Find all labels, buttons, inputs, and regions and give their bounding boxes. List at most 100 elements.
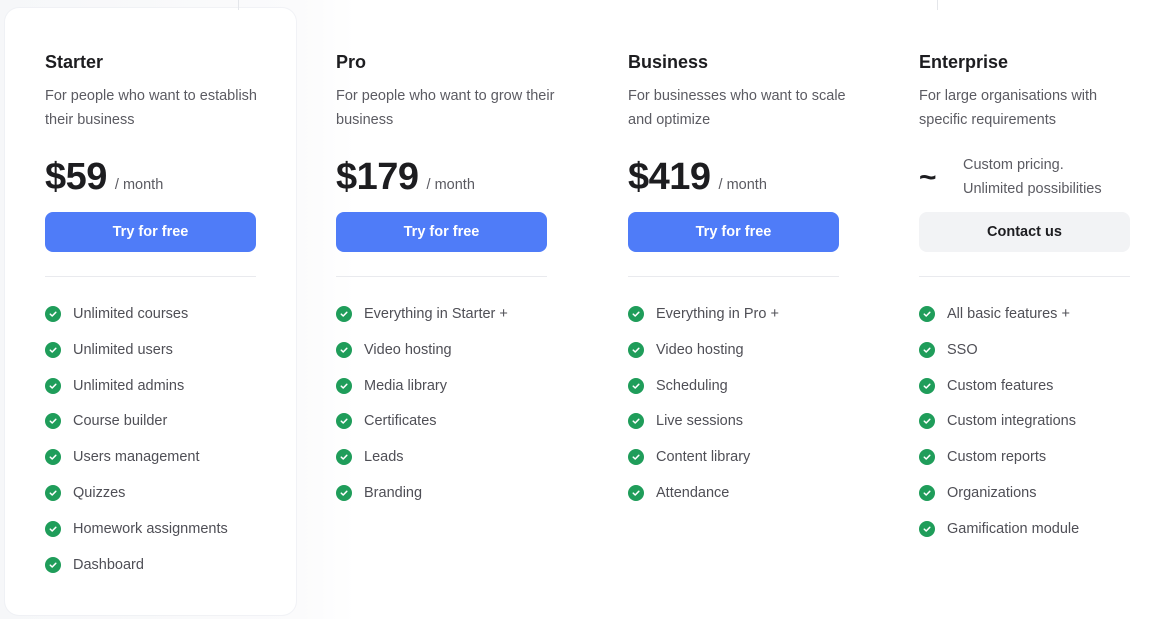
custom-pricing-line: Custom pricing.: [963, 157, 1064, 173]
price-row: $179 / month: [336, 156, 475, 199]
check-circle-icon: [336, 449, 352, 466]
feature-item: Content library: [628, 445, 779, 469]
feature-label: Custom features: [947, 377, 1054, 394]
feature-item: Everything in Starter +: [336, 302, 508, 326]
try-for-free-button[interactable]: Try for free: [628, 212, 839, 252]
feature-item: Media library: [336, 374, 508, 398]
feature-list: Everything in Pro + Video hosting Scheduli…: [628, 302, 779, 517]
plan-name: Enterprise: [919, 52, 1009, 72]
feature-item: Custom features: [919, 374, 1079, 398]
try-for-free-button[interactable]: Try for free: [336, 212, 547, 252]
feature-label: Quizzes: [73, 484, 126, 501]
feature-label: Video hosting: [656, 341, 744, 358]
check-circle-icon: [45, 449, 61, 466]
check-circle-icon: [919, 377, 935, 394]
plan-price: $179: [336, 156, 419, 198]
plan-name: Starter: [45, 52, 104, 72]
check-circle-icon: [45, 413, 61, 430]
feature-list: All basic features + SSO Custom features Cu…: [919, 302, 1079, 553]
plan-description: For people who want to establish their b…: [45, 88, 257, 128]
contact-us-button[interactable]: Contact us: [919, 212, 1130, 252]
price-row: $59 / month: [45, 156, 163, 199]
check-circle-icon: [628, 449, 644, 466]
plan-description: For large organisations with specific re…: [919, 88, 1098, 128]
check-circle-icon: [919, 413, 935, 430]
custom-pricing-line: Unlimited possibilities: [963, 181, 1102, 197]
feature-label: Leads: [364, 449, 404, 466]
check-circle-icon: [336, 306, 352, 322]
price-period: / month: [426, 177, 475, 193]
divider: [628, 276, 839, 277]
custom-pricing: ~ Custom pricing. Unlimited possibilitie…: [919, 153, 1102, 201]
check-circle-icon: [45, 484, 61, 501]
feature-item: All basic features +: [919, 302, 1079, 326]
plan-name: Pro: [336, 52, 367, 72]
feature-label: SSO: [947, 341, 978, 358]
check-circle-icon: [336, 377, 352, 394]
feature-item: Video hosting: [336, 338, 508, 362]
feature-item: Custom reports: [919, 445, 1079, 469]
plan-description: For people who want to grow their busine…: [336, 88, 555, 128]
check-circle-icon: [919, 449, 935, 466]
feature-label: Dashboard: [73, 556, 144, 573]
plan-price: $59: [45, 156, 107, 198]
price-row: $419 / month: [628, 156, 767, 199]
feature-item: Attendance: [628, 481, 779, 505]
check-circle-icon: [919, 341, 935, 358]
feature-label: Certificates: [364, 413, 437, 430]
check-circle-icon: [45, 520, 61, 537]
feature-item: Users management: [45, 445, 228, 469]
feature-label: Video hosting: [364, 341, 452, 358]
check-circle-icon: [45, 306, 61, 322]
feature-label: Users management: [73, 449, 200, 466]
feature-label: Course builder: [73, 413, 168, 430]
feature-item: Certificates: [336, 409, 508, 433]
divider: [45, 276, 256, 277]
check-circle-icon: [919, 484, 935, 501]
feature-item: Homework assignments: [45, 517, 228, 541]
divider: [919, 276, 1130, 277]
feature-label: Attendance: [656, 484, 730, 501]
price-period: / month: [114, 177, 164, 193]
feature-item: Custom integrations: [919, 409, 1079, 433]
feature-label: Homework assignments: [73, 520, 228, 537]
divider: [336, 276, 547, 277]
feature-item: Branding: [336, 481, 508, 505]
feature-item: Unlimited courses: [45, 302, 228, 326]
feature-label: Everything in Pro +: [656, 306, 779, 322]
decorative-line: [937, 0, 938, 10]
feature-label: Live sessions: [656, 413, 744, 430]
feature-item: Organizations: [919, 481, 1079, 505]
feature-label: Unlimited users: [73, 341, 173, 358]
feature-list: Unlimited courses Unlimited users Unlimite…: [45, 302, 228, 588]
check-circle-icon: [336, 341, 352, 358]
feature-label: Content library: [656, 449, 751, 466]
feature-label: Branding: [364, 484, 423, 501]
try-for-free-button[interactable]: Try for free: [45, 212, 256, 252]
feature-item: Everything in Pro +: [628, 302, 779, 326]
feature-label: All basic features +: [947, 306, 1070, 322]
feature-item: Quizzes: [45, 481, 228, 505]
check-circle-icon: [45, 556, 61, 573]
feature-list: Everything in Starter + Video hosting Medi…: [336, 302, 508, 517]
feature-label: Unlimited admins: [73, 377, 185, 394]
feature-label: Gamification module: [947, 520, 1080, 537]
feature-item: Unlimited users: [45, 338, 228, 362]
feature-label: Custom reports: [947, 449, 1047, 466]
decorative-line: [238, 0, 239, 10]
feature-item: SSO: [919, 338, 1079, 362]
feature-item: Unlimited admins: [45, 374, 228, 398]
feature-item: Leads: [336, 445, 508, 469]
feature-item: Live sessions: [628, 409, 779, 433]
check-circle-icon: [45, 377, 61, 394]
feature-item: Video hosting: [628, 338, 779, 362]
check-circle-icon: [628, 377, 644, 394]
plan-description: For businesses who want to scale and opt…: [628, 88, 846, 128]
tilde-icon: ~: [919, 161, 937, 194]
check-circle-icon: [336, 484, 352, 501]
feature-label: Media library: [364, 377, 447, 394]
price-period: / month: [718, 177, 767, 193]
feature-label: Everything in Starter +: [364, 306, 508, 322]
check-circle-icon: [45, 341, 61, 358]
feature-label: Custom integrations: [947, 413, 1076, 430]
